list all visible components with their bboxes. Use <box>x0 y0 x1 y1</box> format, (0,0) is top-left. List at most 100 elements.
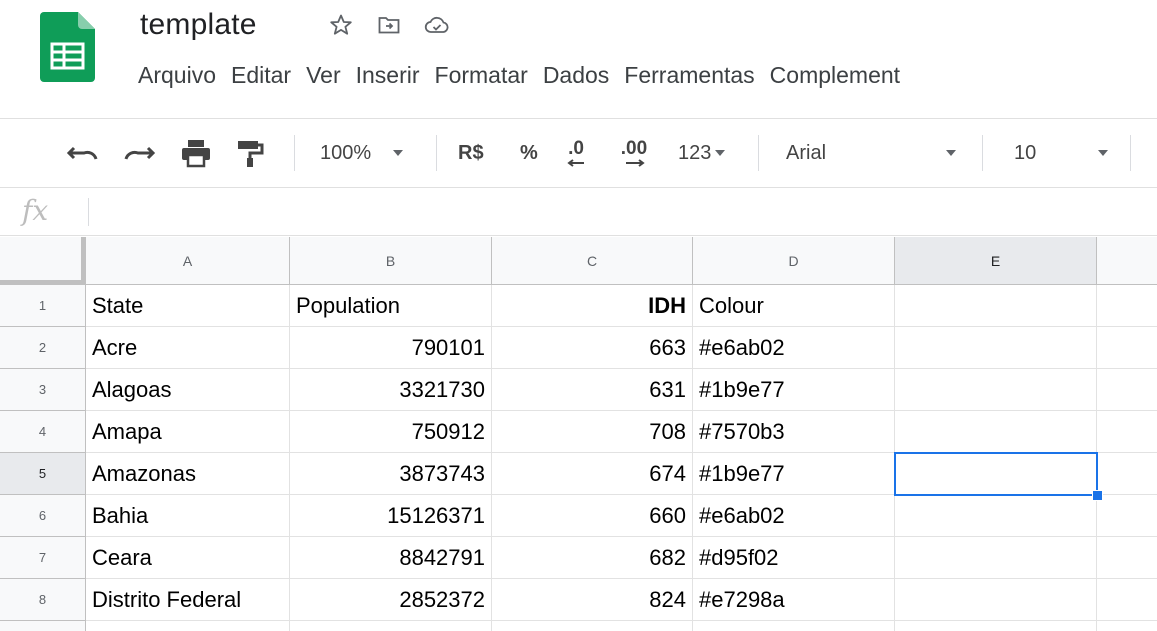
font-size-select[interactable]: 10 <box>1014 119 1036 187</box>
cell-b8[interactable]: 2852372 <box>290 579 492 621</box>
paint-format-icon[interactable] <box>236 119 264 187</box>
cell-a5[interactable]: Amazonas <box>86 453 290 495</box>
cell-d6[interactable]: #e6ab02 <box>693 495 895 537</box>
cell-f1[interactable] <box>1097 285 1157 327</box>
cell-a8[interactable]: Distrito Federal <box>86 579 290 621</box>
row-header[interactable]: 5 <box>0 453 86 495</box>
menu-view[interactable]: Ver <box>306 62 348 89</box>
cell-a7[interactable]: Ceara <box>86 537 290 579</box>
cell-b1[interactable]: Population <box>290 285 492 327</box>
cell-a3[interactable]: Alagoas <box>86 369 290 411</box>
cell-c4[interactable]: 708 <box>492 411 693 453</box>
cell-b2[interactable]: 790101 <box>290 327 492 369</box>
menu-insert[interactable]: Inserir <box>356 62 427 89</box>
cloud-saved-icon[interactable] <box>424 12 450 38</box>
cell-c5[interactable]: 674 <box>492 453 693 495</box>
cell-f7[interactable] <box>1097 537 1157 579</box>
chevron-down-icon[interactable] <box>1098 119 1108 187</box>
cell-b7[interactable]: 8842791 <box>290 537 492 579</box>
cell-f2[interactable] <box>1097 327 1157 369</box>
cell-c2[interactable]: 663 <box>492 327 693 369</box>
cell-b9[interactable] <box>290 621 492 631</box>
cell-c8[interactable]: 824 <box>492 579 693 621</box>
cell-a9[interactable] <box>86 621 290 631</box>
cell-b5[interactable]: 3873743 <box>290 453 492 495</box>
zoom-select[interactable]: 100% <box>320 119 404 187</box>
menu-data[interactable]: Dados <box>543 62 616 89</box>
cell-a1[interactable]: State <box>86 285 290 327</box>
row-header[interactable]: 1 <box>0 285 86 327</box>
menu-format[interactable]: Formatar <box>435 62 535 89</box>
cell-d8[interactable]: #e7298a <box>693 579 895 621</box>
font-family-select[interactable]: Arial <box>786 119 826 187</box>
column-header-f[interactable] <box>1097 237 1157 285</box>
cell-c9[interactable] <box>492 621 693 631</box>
column-header-d[interactable]: D <box>693 237 895 285</box>
menu-file[interactable]: Arquivo <box>138 62 223 89</box>
cell-e4[interactable] <box>895 411 1097 453</box>
move-to-folder-icon[interactable] <box>376 12 402 38</box>
cell-c3[interactable]: 631 <box>492 369 693 411</box>
menu-addons[interactable]: Complement <box>770 62 907 89</box>
cell-b4[interactable]: 750912 <box>290 411 492 453</box>
print-icon[interactable] <box>180 119 212 187</box>
percent-format-button[interactable]: % <box>520 119 538 187</box>
column-header-a[interactable]: A <box>86 237 290 285</box>
row-header[interactable] <box>0 621 86 631</box>
cell-a6[interactable]: Bahia <box>86 495 290 537</box>
cell-c1[interactable]: IDH <box>492 285 693 327</box>
row-header[interactable]: 4 <box>0 411 86 453</box>
cell-d4[interactable]: #7570b3 <box>693 411 895 453</box>
cell-f5[interactable] <box>1097 453 1157 495</box>
menu-tools[interactable]: Ferramentas <box>624 62 761 89</box>
sheets-logo-icon[interactable] <box>40 12 95 82</box>
cell-c7[interactable]: 682 <box>492 537 693 579</box>
toolbar-divider <box>294 135 295 171</box>
select-all-corner[interactable] <box>0 237 86 285</box>
row-header[interactable]: 8 <box>0 579 86 621</box>
cell-d3[interactable]: #1b9e77 <box>693 369 895 411</box>
cell-d7[interactable]: #d95f02 <box>693 537 895 579</box>
row-header[interactable]: 7 <box>0 537 86 579</box>
column-header-c[interactable]: C <box>492 237 693 285</box>
cell-e2[interactable] <box>895 327 1097 369</box>
cell-e8[interactable] <box>895 579 1097 621</box>
row-header[interactable]: 6 <box>0 495 86 537</box>
currency-format-button[interactable]: R$ <box>458 119 484 187</box>
cell-c6[interactable]: 660 <box>492 495 693 537</box>
cell-d9[interactable] <box>693 621 895 631</box>
row-header[interactable]: 3 <box>0 369 86 411</box>
undo-icon[interactable] <box>66 119 100 187</box>
redo-icon[interactable] <box>122 119 156 187</box>
cell-f8[interactable] <box>1097 579 1157 621</box>
more-formats-button[interactable]: 123 <box>678 119 726 187</box>
cell-a2[interactable]: Acre <box>86 327 290 369</box>
column-header-e[interactable]: E <box>895 237 1097 285</box>
cell-e9[interactable] <box>895 621 1097 631</box>
star-icon[interactable] <box>328 12 354 38</box>
active-cell-selection[interactable] <box>894 452 1098 496</box>
decrease-decimals-button[interactable]: .0 <box>566 119 586 187</box>
cell-d5[interactable]: #1b9e77 <box>693 453 895 495</box>
cell-b3[interactable]: 3321730 <box>290 369 492 411</box>
cell-f6[interactable] <box>1097 495 1157 537</box>
fill-handle[interactable] <box>1092 490 1103 501</box>
chevron-down-icon[interactable] <box>946 119 956 187</box>
chevron-down-icon <box>715 150 726 156</box>
menu-edit[interactable]: Editar <box>231 62 298 89</box>
document-title[interactable]: template <box>140 8 257 42</box>
cell-f3[interactable] <box>1097 369 1157 411</box>
increase-decimals-button[interactable]: .00 <box>620 119 648 187</box>
cell-e6[interactable] <box>895 495 1097 537</box>
formula-input[interactable] <box>100 188 1157 234</box>
column-header-b[interactable]: B <box>290 237 492 285</box>
cell-d1[interactable]: Colour <box>693 285 895 327</box>
cell-e7[interactable] <box>895 537 1097 579</box>
cell-d2[interactable]: #e6ab02 <box>693 327 895 369</box>
cell-f4[interactable] <box>1097 411 1157 453</box>
cell-e1[interactable] <box>895 285 1097 327</box>
cell-b6[interactable]: 15126371 <box>290 495 492 537</box>
cell-a4[interactable]: Amapa <box>86 411 290 453</box>
row-header[interactable]: 2 <box>0 327 86 369</box>
cell-e3[interactable] <box>895 369 1097 411</box>
